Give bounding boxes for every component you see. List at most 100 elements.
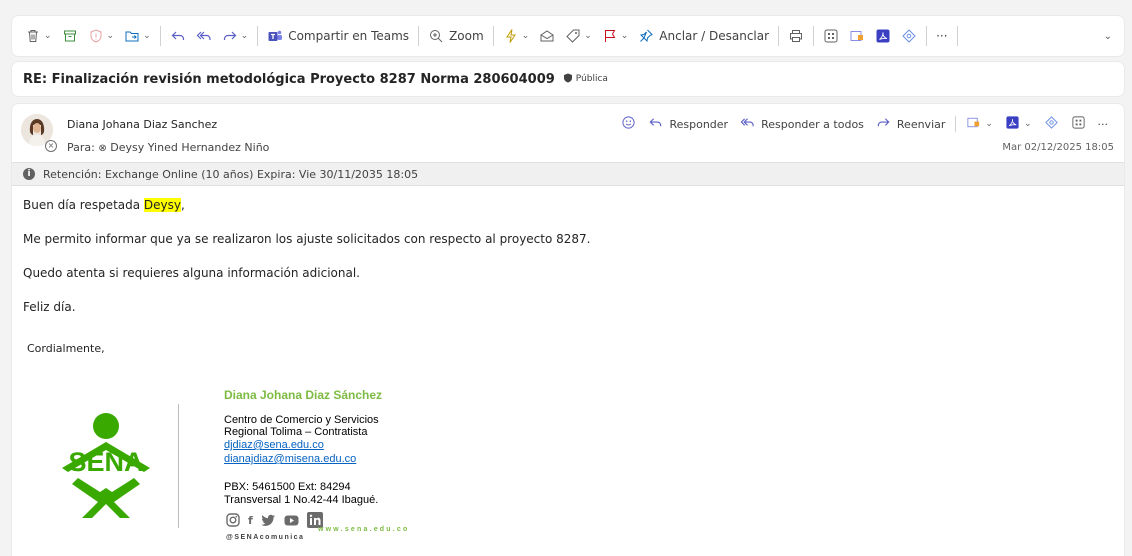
reply-toolbar-button[interactable] — [165, 22, 191, 50]
zoom-button[interactable]: Zoom — [423, 22, 489, 50]
sensitivity-label[interactable]: Pública — [563, 73, 608, 86]
react-button[interactable] — [615, 114, 642, 134]
categorize-button[interactable]: ⌄ — [560, 22, 597, 50]
more-icon: ··· — [1097, 117, 1109, 131]
sender-name[interactable]: Diana Johana Diaz Sanchez — [67, 118, 217, 131]
forward-toolbar-button[interactable]: ⌄ — [217, 22, 254, 50]
social-icons: f — [226, 512, 323, 528]
highlighted-name: Deysy — [143, 198, 181, 212]
signature-phone: PBX: 5461500 Ext: 84294 — [224, 481, 351, 493]
teams-icon — [267, 28, 283, 44]
printer-icon — [788, 28, 804, 44]
trash-icon — [25, 28, 41, 44]
zoom-in-icon — [428, 28, 444, 44]
recipient-presence-icon: ⊗ — [98, 143, 107, 154]
retention-text: Retención: Exchange Online (10 años) Exp… — [43, 167, 419, 181]
archive-button[interactable] — [57, 22, 83, 50]
message-card: × Diana Johana Diaz Sanchez Para: ⊗ Deys… — [12, 104, 1124, 556]
reply-all-toolbar-button[interactable] — [191, 22, 217, 50]
website-link[interactable]: www.sena.edu.co — [318, 526, 409, 533]
print-button[interactable] — [783, 22, 809, 50]
reply-all-icon — [196, 28, 212, 44]
addin-action-button[interactable]: ⌄ — [960, 114, 999, 134]
recipients: Para: ⊗ Deysy Yined Hernandez Niño — [67, 141, 270, 154]
pin-button[interactable]: Anclar / Desanclar — [633, 22, 774, 50]
twitter-icon[interactable] — [260, 512, 276, 528]
toolbar-divider — [813, 26, 815, 46]
archive-icon — [62, 28, 78, 44]
instagram-icon[interactable] — [226, 512, 240, 528]
more-actions-button[interactable]: ··· — [1092, 114, 1115, 134]
forward-icon — [222, 28, 238, 44]
reply-button[interactable]: Responder — [642, 114, 734, 134]
youtube-icon[interactable] — [284, 512, 299, 528]
toolbar-divider — [159, 26, 161, 46]
body-line-2: Quedo atenta si requieres alguna informa… — [23, 266, 360, 280]
pdf-icon — [875, 28, 891, 44]
pdf-icon — [1005, 115, 1020, 133]
loop-icon — [1044, 115, 1059, 133]
loop-icon — [901, 28, 917, 44]
delete-button[interactable]: ⌄ — [20, 22, 57, 50]
loop-button[interactable] — [896, 22, 922, 50]
signature-name: Diana Johana Diaz Sánchez — [224, 388, 383, 402]
pdf-button[interactable] — [870, 22, 896, 50]
move-button[interactable]: ⌄ — [119, 22, 156, 50]
addin-button[interactable] — [844, 22, 870, 50]
reply-icon — [648, 115, 663, 133]
actions-divider — [955, 116, 957, 132]
closing-line: Cordialmente, — [27, 342, 105, 355]
forward-button[interactable]: Reenviar — [870, 114, 952, 134]
toolbar-divider — [257, 26, 259, 46]
body-line-3: Feliz día. — [23, 300, 76, 314]
addin-icon — [849, 28, 865, 44]
message-date: Mar 02/12/2025 18:05 — [1002, 142, 1114, 153]
subject-bar: RE: Finalización revisión metodológica P… — [12, 62, 1124, 96]
signature-divider — [178, 404, 179, 528]
retention-banner: i Retención: Exchange Online (10 años) E… — [12, 162, 1124, 186]
reply-icon — [170, 28, 186, 44]
sena-logo: SENA — [62, 413, 150, 518]
message-header: × Diana Johana Diaz Sanchez Para: ⊗ Deys… — [12, 104, 1124, 162]
loop-action-button[interactable] — [1038, 114, 1065, 134]
more-options-button[interactable]: ··· — [931, 22, 952, 50]
presence-status-icon: × — [45, 140, 57, 152]
signature-center: Centro de Comercio y Servicios — [224, 414, 379, 426]
facebook-icon[interactable]: f — [248, 512, 253, 528]
addin-icon — [966, 115, 981, 133]
forward-icon — [876, 115, 891, 133]
more-icon: ··· — [936, 29, 948, 43]
apps-action-button[interactable] — [1065, 114, 1092, 134]
logo-text: SENA — [68, 447, 143, 477]
mark-read-button[interactable] — [534, 22, 560, 50]
social-handle: @SENAcomunica — [226, 534, 305, 541]
flash-icon — [503, 28, 519, 44]
body-line-1: Me permito informar que ya se realizaron… — [23, 232, 591, 246]
reply-all-icon — [740, 115, 755, 133]
report-button[interactable]: ⌄ — [83, 22, 120, 50]
signature-email-2[interactable]: dianajdiaz@misena.edu.co — [224, 453, 356, 465]
share-teams-button[interactable]: Compartir en Teams — [262, 22, 414, 50]
toolbar-divider — [926, 26, 928, 46]
tag-icon — [565, 28, 581, 44]
signature-role: Regional Tolima – Contratista — [224, 426, 368, 438]
pdf-action-button[interactable]: ⌄ — [999, 114, 1038, 134]
rules-button[interactable]: ⌄ — [498, 22, 535, 50]
envelope-open-icon — [539, 28, 555, 44]
signature-email-1[interactable]: djdiaz@sena.edu.co — [224, 439, 324, 451]
emoji-icon — [621, 115, 636, 133]
message-subject: RE: Finalización revisión metodológica P… — [23, 71, 555, 87]
recipient-name[interactable]: Deysy Yined Hernandez Niño — [110, 141, 269, 154]
shield-icon — [563, 73, 573, 86]
ribbon-toolbar: ⌄ ⌄ ⌄ ⌄ Compartir en Teams Zoom ⌄ ⌄ ⌄ An… — [12, 16, 1124, 56]
toolbar-divider — [492, 26, 494, 46]
pin-icon — [638, 28, 654, 44]
flag-button[interactable]: ⌄ — [597, 22, 634, 50]
info-icon: i — [23, 168, 35, 180]
folder-move-icon — [124, 28, 140, 44]
toolbar-divider — [956, 26, 958, 46]
reply-all-button[interactable]: Responder a todos — [734, 114, 870, 134]
shield-warning-icon — [88, 28, 104, 44]
expand-ribbon-chevron-icon[interactable]: ⌄ — [1104, 31, 1116, 42]
apps-button[interactable] — [818, 22, 844, 50]
